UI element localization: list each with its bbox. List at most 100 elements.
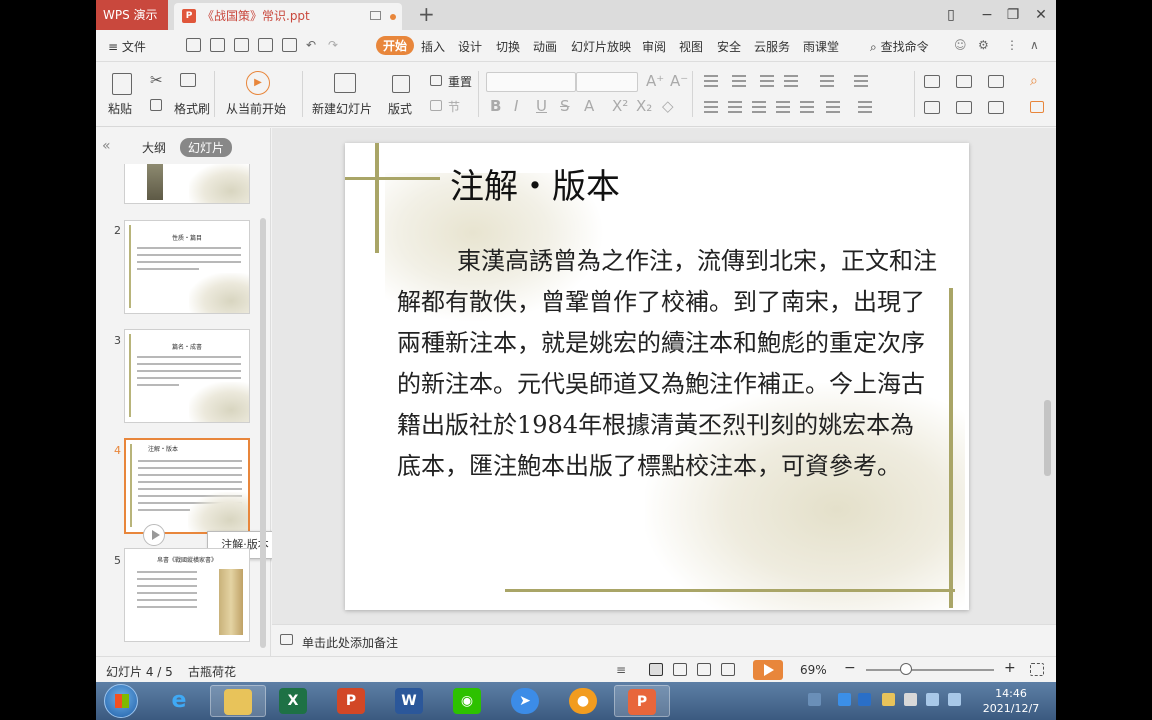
zoom-out-button[interactable]: − bbox=[844, 660, 856, 676]
presenter-icon[interactable] bbox=[721, 663, 735, 676]
more-icon[interactable]: ⋮ bbox=[1006, 38, 1018, 52]
taskbar-excel[interactable]: X bbox=[266, 685, 322, 717]
shapes-icon[interactable] bbox=[924, 101, 940, 114]
text-box-icon[interactable] bbox=[924, 75, 940, 88]
strikethrough-icon[interactable]: S bbox=[560, 97, 570, 115]
slide-sorter-icon[interactable] bbox=[673, 663, 687, 676]
text-direction-icon[interactable] bbox=[820, 75, 834, 87]
notes-toggle-icon[interactable]: ≡ bbox=[616, 663, 626, 677]
layout-icon[interactable] bbox=[392, 75, 410, 93]
taskbar-recorder[interactable]: ● bbox=[556, 685, 612, 717]
subscript-icon[interactable]: X₂ bbox=[636, 97, 652, 115]
reading-view-icon[interactable] bbox=[697, 663, 711, 676]
gear-icon[interactable]: ⚙ bbox=[978, 38, 989, 52]
notes-placeholder[interactable]: 单击此处添加备注 bbox=[302, 634, 398, 651]
slide-thumbnail-3[interactable]: 篇名・成書 bbox=[124, 329, 250, 423]
fit-window-icon[interactable] bbox=[1030, 663, 1044, 676]
distribute-icon[interactable] bbox=[800, 101, 814, 113]
file-menu[interactable]: ≡ 文件 bbox=[108, 38, 146, 55]
network-tray-icon[interactable] bbox=[926, 693, 939, 706]
menu-review[interactable]: 审阅 bbox=[642, 38, 666, 55]
increase-indent-icon[interactable] bbox=[784, 75, 798, 87]
menu-transition[interactable]: 切换 bbox=[496, 38, 520, 55]
paste-icon[interactable] bbox=[112, 73, 132, 95]
new-slide-icon[interactable] bbox=[334, 73, 356, 93]
bold-icon[interactable]: B bbox=[490, 97, 501, 115]
slide-body-text[interactable]: 東漢高誘曾為之作注，流傳到北宋，正文和注解都有散佚，曾鞏曾作了校補。到了南宋，出… bbox=[397, 241, 937, 487]
align-center-icon[interactable] bbox=[728, 101, 742, 113]
menu-rain-classroom[interactable]: 雨课堂 bbox=[803, 38, 839, 55]
bullets-icon[interactable] bbox=[704, 75, 718, 87]
minimize-button[interactable]: − bbox=[976, 4, 998, 26]
taskbar-explorer[interactable] bbox=[210, 685, 266, 717]
play-slide-icon[interactable] bbox=[143, 524, 165, 546]
menu-start[interactable]: 开始 bbox=[376, 36, 415, 55]
save-icon[interactable] bbox=[210, 38, 225, 52]
keyboard-tray-icon[interactable] bbox=[808, 693, 821, 706]
document-tab[interactable]: P 《战国策》常识.ppt bbox=[174, 3, 402, 30]
folder-tray-icon[interactable] bbox=[882, 693, 895, 706]
font-color-icon[interactable]: A bbox=[584, 97, 594, 115]
menu-animation[interactable]: 动画 bbox=[533, 38, 557, 55]
slide-thumbnail-4-selected[interactable]: 注解・版本 bbox=[124, 438, 250, 534]
system-clock[interactable]: 14:46 2021/12/7 bbox=[976, 686, 1046, 716]
justify-icon[interactable] bbox=[776, 101, 790, 113]
menu-security[interactable]: 安全 bbox=[717, 38, 741, 55]
redo-icon[interactable]: ↷ bbox=[328, 38, 338, 52]
cut-icon[interactable]: ✂ bbox=[150, 71, 163, 89]
reset-icon[interactable] bbox=[430, 75, 442, 86]
section-button[interactable]: 节 bbox=[448, 98, 460, 115]
increase-font-icon[interactable]: A⁺ bbox=[646, 72, 664, 90]
find-icon[interactable]: ⌕ bbox=[1030, 73, 1038, 89]
columns-icon[interactable] bbox=[826, 101, 840, 113]
panel-scrollbar[interactable] bbox=[260, 218, 266, 648]
line-spacing-icon[interactable] bbox=[854, 75, 868, 87]
paste-button[interactable]: 粘贴 bbox=[108, 100, 132, 117]
fill-icon[interactable] bbox=[988, 75, 1004, 88]
font-size-select[interactable] bbox=[576, 72, 638, 92]
slide-thumbnail-2[interactable]: 性质・篇目 bbox=[124, 220, 250, 314]
vertical-align-icon[interactable] bbox=[858, 101, 872, 113]
slideshow-play-button[interactable] bbox=[753, 660, 783, 680]
monitor-icon[interactable] bbox=[370, 11, 381, 20]
open-icon[interactable] bbox=[186, 38, 201, 52]
zoom-level[interactable]: 69% bbox=[800, 663, 827, 677]
align-left-icon[interactable] bbox=[704, 101, 718, 113]
close-button[interactable]: ✕ bbox=[1030, 4, 1052, 26]
format-painter-button[interactable]: 格式刷 bbox=[174, 100, 210, 117]
collapse-panel-icon[interactable]: « bbox=[102, 138, 111, 154]
export-pdf-icon[interactable] bbox=[234, 38, 249, 52]
menu-cloud[interactable]: 云服务 bbox=[754, 38, 790, 55]
taskbar-feishu[interactable]: ➤ bbox=[498, 685, 554, 717]
italic-icon[interactable]: I bbox=[514, 97, 518, 115]
canvas-scrollbar[interactable] bbox=[1041, 128, 1053, 624]
section-icon[interactable] bbox=[430, 100, 442, 111]
volume-tray-icon[interactable] bbox=[948, 693, 961, 706]
slide-thumbnail-5[interactable]: 帛書《戰國縱橫家書》 bbox=[124, 548, 250, 642]
menu-slideshow[interactable]: 幻灯片放映 bbox=[571, 38, 631, 55]
menu-design[interactable]: 设计 bbox=[458, 38, 482, 55]
taskbar-powerpoint[interactable]: P bbox=[324, 685, 380, 717]
menu-insert[interactable]: 插入 bbox=[421, 38, 445, 55]
from-current-button[interactable]: 从当前开始 bbox=[226, 100, 286, 117]
app-tab[interactable]: WPS 演示 bbox=[96, 0, 168, 30]
normal-view-icon[interactable] bbox=[649, 663, 663, 676]
taskbar-wps[interactable]: P bbox=[614, 685, 670, 717]
new-slide-button[interactable]: 新建幻灯片 bbox=[312, 100, 372, 117]
clear-format-icon[interactable]: ◇ bbox=[662, 97, 674, 115]
zoom-slider-handle[interactable] bbox=[900, 663, 912, 675]
ime-tray-icon[interactable] bbox=[858, 693, 871, 706]
picture-icon[interactable] bbox=[956, 75, 972, 88]
menu-view[interactable]: 视图 bbox=[679, 38, 703, 55]
slide-title[interactable]: 注解・版本 bbox=[450, 159, 620, 208]
zoom-in-button[interactable]: + bbox=[1004, 660, 1016, 676]
decrease-font-icon[interactable]: A⁻ bbox=[670, 72, 688, 90]
theme-name[interactable]: 古瓶荷花 bbox=[188, 663, 236, 680]
restore-button[interactable]: ❐ bbox=[1002, 4, 1024, 26]
align-right-icon[interactable] bbox=[752, 101, 766, 113]
notes-bar[interactable]: 单击此处添加备注 bbox=[272, 624, 1056, 656]
taskbar-ie[interactable]: e bbox=[152, 685, 208, 717]
start-button[interactable] bbox=[104, 684, 138, 718]
print-preview-icon[interactable] bbox=[282, 38, 297, 52]
arrange-icon[interactable] bbox=[956, 101, 972, 114]
